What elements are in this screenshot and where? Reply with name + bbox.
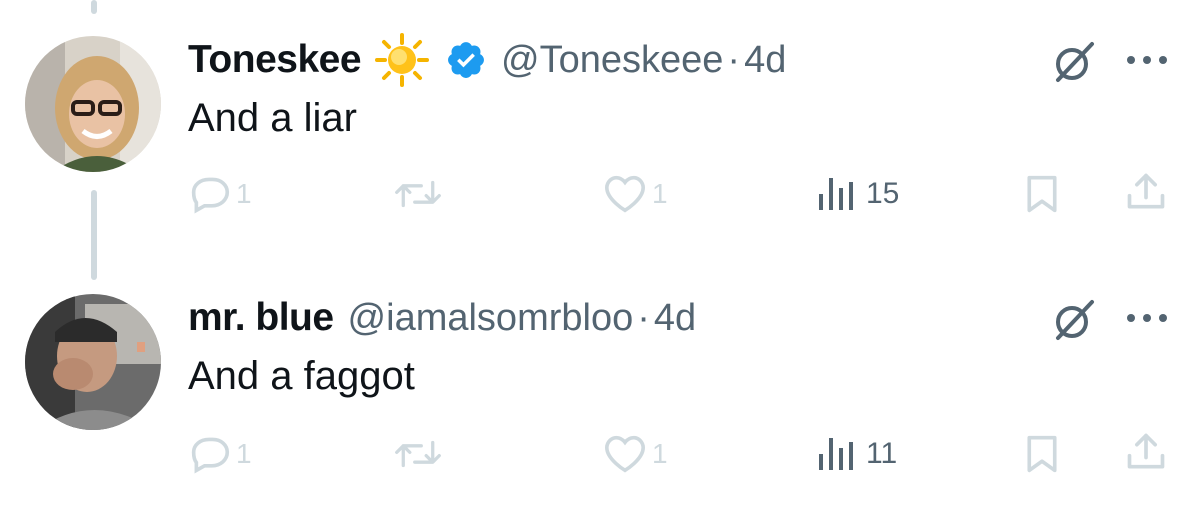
tweet-text: And a liar [188, 96, 357, 140]
tweet[interactable]: Toneskee @Toneskeee · 4d And a liar 1 1 … [0, 30, 1200, 230]
view-count: 11 [866, 437, 898, 470]
like-count: 1 [652, 438, 668, 469]
tweet-header: Toneskee @Toneskeee · 4d [188, 30, 786, 90]
views-icon [819, 438, 853, 470]
like-button[interactable]: 1 [602, 434, 668, 474]
sun-emoji-icon [375, 33, 430, 87]
avatar[interactable] [25, 294, 161, 430]
grok-icon[interactable] [1048, 38, 1098, 93]
timestamp[interactable]: 4d [744, 39, 786, 82]
more-icon[interactable] [1124, 308, 1170, 333]
tweet-text: And a faggot [188, 354, 415, 398]
like-icon [604, 435, 646, 473]
bookmark-icon [1027, 435, 1057, 473]
retweet-button[interactable] [394, 176, 442, 212]
like-button[interactable]: 1 [602, 174, 668, 214]
reply-button[interactable]: 1 [188, 434, 252, 474]
like-count: 1 [652, 178, 668, 209]
thread-line-top [91, 0, 97, 14]
view-count: 15 [866, 177, 900, 210]
like-icon [604, 175, 646, 213]
tweet-header: mr. blue @iamalsomrbloo · 4d [188, 288, 696, 348]
timestamp[interactable]: 4d [654, 297, 696, 340]
views-icon [819, 178, 853, 210]
share-button[interactable] [1124, 170, 1168, 214]
more-icon[interactable] [1124, 50, 1170, 75]
reply-icon [191, 177, 230, 214]
handle[interactable]: @iamalsomrbloo [348, 297, 634, 340]
retweet-icon [395, 180, 441, 208]
views-button[interactable]: 11 [818, 436, 897, 472]
views-button[interactable]: 15 [818, 176, 899, 212]
bookmark-button[interactable] [1024, 174, 1060, 214]
avatar[interactable] [25, 36, 161, 172]
separator-dot: · [727, 38, 741, 81]
reply-icon [191, 437, 230, 474]
display-name[interactable]: mr. blue [188, 296, 334, 340]
reply-count: 1 [236, 178, 252, 209]
display-name[interactable]: Toneskee [188, 38, 362, 82]
action-bar: 1 1 15 [0, 170, 1200, 220]
share-icon [1127, 173, 1165, 209]
separator-dot: · [637, 296, 650, 339]
tweet[interactable]: mr. blue @iamalsomrbloo · 4d And a faggo… [0, 288, 1200, 508]
share-icon [1127, 433, 1165, 469]
bookmark-button[interactable] [1024, 434, 1060, 474]
share-button[interactable] [1124, 430, 1168, 474]
retweet-icon [395, 440, 441, 468]
reply-count: 1 [236, 438, 252, 469]
handle[interactable]: @Toneskeee [501, 39, 723, 82]
action-bar: 1 1 11 [0, 430, 1200, 480]
bookmark-icon [1027, 175, 1057, 213]
grok-icon[interactable] [1048, 296, 1098, 351]
reply-button[interactable]: 1 [188, 174, 252, 214]
verified-badge-icon[interactable] [445, 39, 487, 81]
retweet-button[interactable] [394, 436, 442, 472]
